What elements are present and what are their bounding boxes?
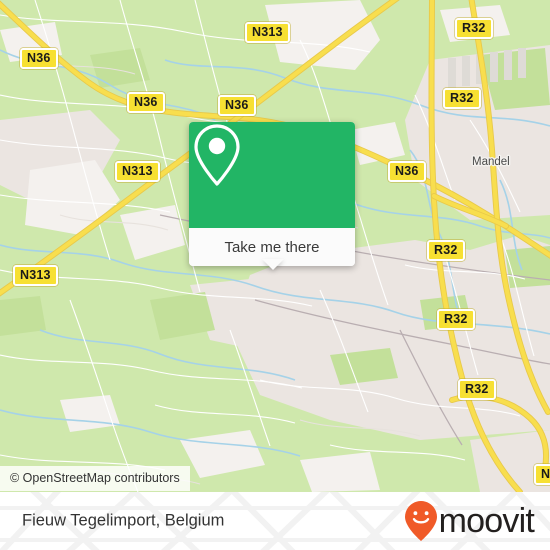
moovit-wordmark: moovit (438, 502, 535, 540)
road-shield: N36 (388, 161, 426, 182)
road-shield: R32 (443, 88, 481, 109)
road-shield: N313 (245, 22, 290, 43)
road-shield: R32 (458, 379, 496, 400)
location-title: Fieuw Tegelimport, Belgium (22, 511, 225, 530)
map-canvas[interactable]: .fld{fill:#cfe8ac;} .urban{fill:#ebe5e1;… (0, 0, 550, 492)
footer-bar: Fieuw Tegelimport, Belgium moovit (0, 492, 550, 550)
road-shield: N36 (127, 92, 165, 113)
popup-pin-area (189, 122, 355, 228)
road-shield: N (534, 464, 550, 485)
road-shield: R32 (455, 18, 493, 39)
location-popup-card[interactable]: Take me there (189, 122, 355, 266)
road-shield: N36 (218, 95, 256, 116)
moovit-logo[interactable]: moovit (404, 500, 535, 542)
road-shield: N36 (20, 48, 58, 69)
road-shield: R32 (437, 309, 475, 330)
place-label: Mandel (472, 156, 510, 168)
moovit-pin-icon (404, 501, 437, 541)
road-shield: N313 (115, 161, 160, 182)
map-pin-icon (194, 124, 240, 186)
take-me-there-label: Take me there (224, 238, 320, 256)
road-shield: R32 (427, 240, 465, 261)
map-screen: .fld{fill:#cfe8ac;} .urban{fill:#ebe5e1;… (0, 0, 550, 550)
popup-tail-pointer (262, 259, 284, 270)
osm-attribution[interactable]: © OpenStreetMap contributors (0, 466, 190, 491)
road-shield: N313 (13, 265, 58, 286)
